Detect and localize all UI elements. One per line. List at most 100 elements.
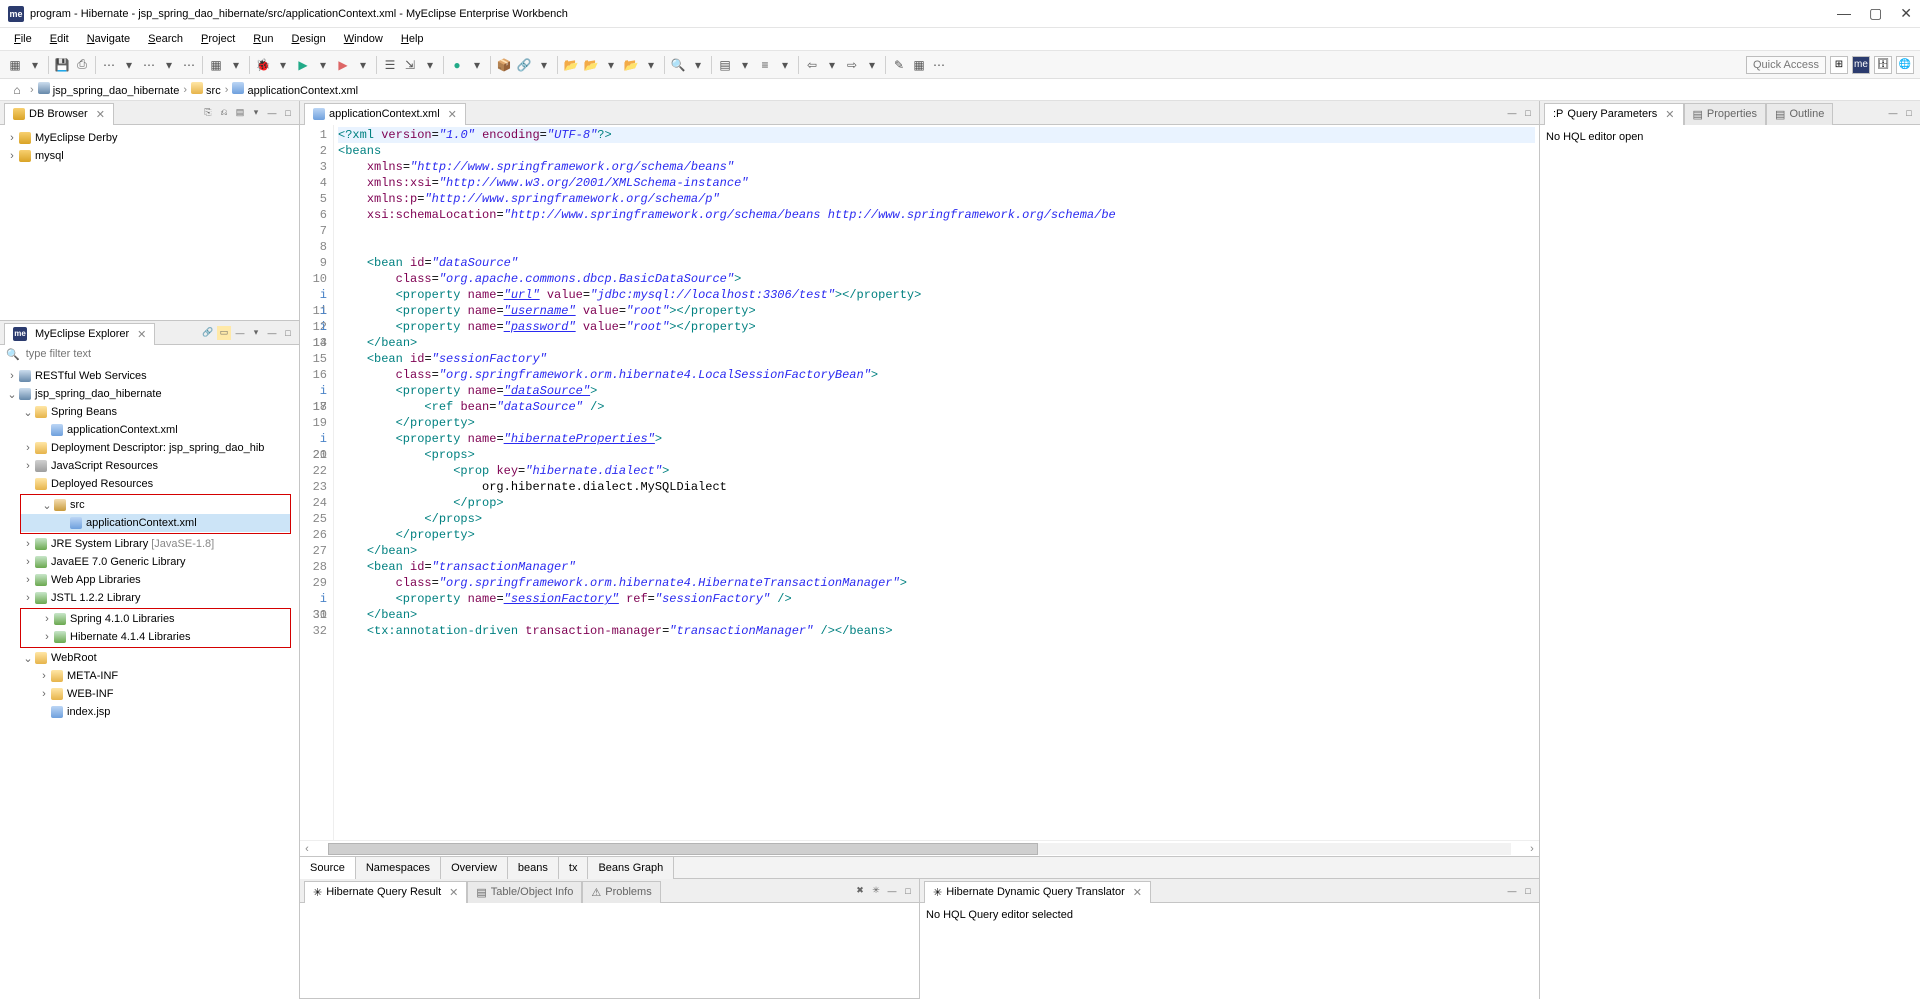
ext-icon[interactable]: ▶ xyxy=(334,56,352,74)
editor-subtab-namespaces[interactable]: Namespaces xyxy=(356,857,441,879)
tool-icon[interactable]: ▤ xyxy=(233,106,247,120)
menu-icon[interactable]: ▾ xyxy=(249,326,263,340)
tool-icon[interactable]: ✳ xyxy=(869,884,883,898)
menu-help[interactable]: Help xyxy=(393,30,432,48)
editor-subtab-beans-graph[interactable]: Beans Graph xyxy=(588,857,674,879)
minimize-icon[interactable]: — xyxy=(885,884,899,898)
tab-db-browser[interactable]: DB Browser ✕ xyxy=(4,103,114,125)
close-icon[interactable]: ✕ xyxy=(137,328,146,341)
minimize-icon[interactable]: — xyxy=(265,326,279,340)
minimize-icon[interactable]: — xyxy=(1886,106,1900,120)
server-icon[interactable]: ☰ xyxy=(381,56,399,74)
tree-node[interactable]: ⌄Spring Beans xyxy=(2,403,297,421)
list-icon[interactable]: ≡ xyxy=(756,56,774,74)
tree-node[interactable]: ›META-INF xyxy=(2,667,297,685)
tree-node[interactable]: Deployed Resources xyxy=(2,475,297,493)
maximize-icon[interactable]: □ xyxy=(1521,106,1535,120)
focus-icon[interactable]: ▭ xyxy=(217,326,231,340)
breadcrumb-item[interactable]: jsp_spring_dao_hibernate xyxy=(38,82,180,97)
close-icon[interactable]: ✕ xyxy=(448,108,457,121)
open-icon[interactable]: 📂 xyxy=(562,56,580,74)
quick-access[interactable]: Quick Access xyxy=(1746,56,1826,74)
tree-node[interactable]: ›Hibernate 4.1.4 Libraries xyxy=(21,628,290,646)
tab-hql-result[interactable]: ✳ Hibernate Query Result ✕ xyxy=(304,881,467,903)
tab-outline[interactable]: ▤ Outline xyxy=(1766,103,1833,125)
menu-run[interactable]: Run xyxy=(245,30,281,48)
tool-icon[interactable]: ⎌ xyxy=(217,106,231,120)
maximize-button[interactable]: ▢ xyxy=(1869,5,1882,22)
filter-input[interactable] xyxy=(24,347,293,361)
menu-search[interactable]: Search xyxy=(140,30,191,48)
pkg-icon[interactable]: 📦 xyxy=(495,56,513,74)
minimize-button[interactable]: — xyxy=(1837,5,1851,22)
tab-query-parameters[interactable]: :P Query Parameters ✕ xyxy=(1544,103,1684,125)
breadcrumb-item[interactable]: applicationContext.xml xyxy=(232,82,358,97)
collapse-icon[interactable]: — xyxy=(233,326,247,340)
task-icon[interactable]: ▤ xyxy=(716,56,734,74)
close-icon[interactable]: ✕ xyxy=(1133,886,1142,899)
menu-icon[interactable]: ▾ xyxy=(249,106,263,120)
breadcrumb-item[interactable]: src xyxy=(191,82,221,97)
minimize-icon[interactable]: — xyxy=(1505,884,1519,898)
menu-file[interactable]: File xyxy=(6,30,40,48)
menu-navigate[interactable]: Navigate xyxy=(79,30,138,48)
editor-subtab-tx[interactable]: tx xyxy=(559,857,589,879)
menu-edit[interactable]: Edit xyxy=(42,30,77,48)
run-icon[interactable]: ▶ xyxy=(294,56,312,74)
tree-node[interactable]: ›JavaScript Resources xyxy=(2,457,297,475)
tree-node[interactable]: ›Web App Libraries xyxy=(2,571,297,589)
tab-explorer[interactable]: me MyEclipse Explorer ✕ xyxy=(4,323,155,345)
maximize-icon[interactable]: □ xyxy=(281,326,295,340)
wizard-icon[interactable]: ⋯ xyxy=(100,56,118,74)
maximize-icon[interactable]: □ xyxy=(281,106,295,120)
tab-table-object-info[interactable]: ▤ Table/Object Info xyxy=(467,881,582,903)
tab-properties[interactable]: ▤ Properties xyxy=(1684,103,1767,125)
play-icon[interactable]: ● xyxy=(448,56,466,74)
editor-subtab-source[interactable]: Source xyxy=(300,857,356,879)
tool2-icon[interactable]: ⋯ xyxy=(180,56,198,74)
close-button[interactable]: ✕ xyxy=(1900,5,1912,22)
back-icon[interactable]: ⇦ xyxy=(803,56,821,74)
tool-icon[interactable]: ✖ xyxy=(853,884,867,898)
tree-node[interactable]: ›Spring 4.1.0 Libraries xyxy=(21,610,290,628)
grid-icon[interactable]: ▦ xyxy=(207,56,225,74)
tool-icon[interactable]: ⎘ xyxy=(201,106,215,120)
fwd-icon[interactable]: ⇨ xyxy=(843,56,861,74)
perspective-myeclipse-icon[interactable]: me xyxy=(1852,56,1870,74)
tree-node[interactable]: ›JavaEE 7.0 Generic Library xyxy=(2,553,297,571)
code-editor[interactable]: 12345678910i 11i 12i 13141516i 171819i 2… xyxy=(300,125,1539,840)
db-item[interactable]: mysql xyxy=(35,150,64,162)
open3-icon[interactable]: 📂 xyxy=(622,56,640,74)
editor-subtab-overview[interactable]: Overview xyxy=(441,857,508,879)
maximize-icon[interactable]: □ xyxy=(1521,884,1535,898)
tab-hdqt[interactable]: ✳ Hibernate Dynamic Query Translator ✕ xyxy=(924,881,1151,903)
db-item[interactable]: MyEclipse Derby xyxy=(35,132,118,144)
perspective-hib-icon[interactable]: 🌐 xyxy=(1896,56,1914,74)
tree-node[interactable]: ›Deployment Descriptor: jsp_spring_dao_h… xyxy=(2,439,297,457)
perspective-switch-icon[interactable]: ⊞ xyxy=(1830,56,1848,74)
editor-hscroll[interactable]: ‹› xyxy=(300,840,1539,856)
minimize-icon[interactable]: — xyxy=(1505,106,1519,120)
tab-problems[interactable]: ⚠ Problems xyxy=(582,881,660,903)
open2-icon[interactable]: 📂 xyxy=(582,56,600,74)
menu-design[interactable]: Design xyxy=(283,30,333,48)
tree-node[interactable]: ⌄WebRoot xyxy=(2,649,297,667)
deploy-icon[interactable]: ⇲ xyxy=(401,56,419,74)
search-icon[interactable]: 🔍 xyxy=(669,56,687,74)
new-icon[interactable]: ▦ xyxy=(6,56,24,74)
save-icon[interactable]: 💾 xyxy=(53,56,71,74)
explorer-tree[interactable]: ›RESTful Web Services⌄jsp_spring_dao_hib… xyxy=(0,363,299,999)
editor-subtab-beans[interactable]: beans xyxy=(508,857,559,879)
minimize-icon[interactable]: — xyxy=(265,106,279,120)
tree-node[interactable]: applicationContext.xml xyxy=(21,514,290,532)
tree-node[interactable]: ›JRE System Library [JavaSE-1.8] xyxy=(2,535,297,553)
save-all-icon[interactable]: ⎙ xyxy=(73,56,91,74)
link-icon[interactable]: 🔗 xyxy=(201,326,215,340)
close-icon[interactable]: ✕ xyxy=(1665,108,1674,121)
tool-icon[interactable]: ⋯ xyxy=(140,56,158,74)
tree-node[interactable]: applicationContext.xml xyxy=(2,421,297,439)
debug-icon[interactable]: 🐞 xyxy=(254,56,272,74)
more-icon[interactable]: ⋯ xyxy=(930,56,948,74)
tree-node[interactable]: ›WEB-INF xyxy=(2,685,297,703)
wand-icon[interactable]: ✎ xyxy=(890,56,908,74)
